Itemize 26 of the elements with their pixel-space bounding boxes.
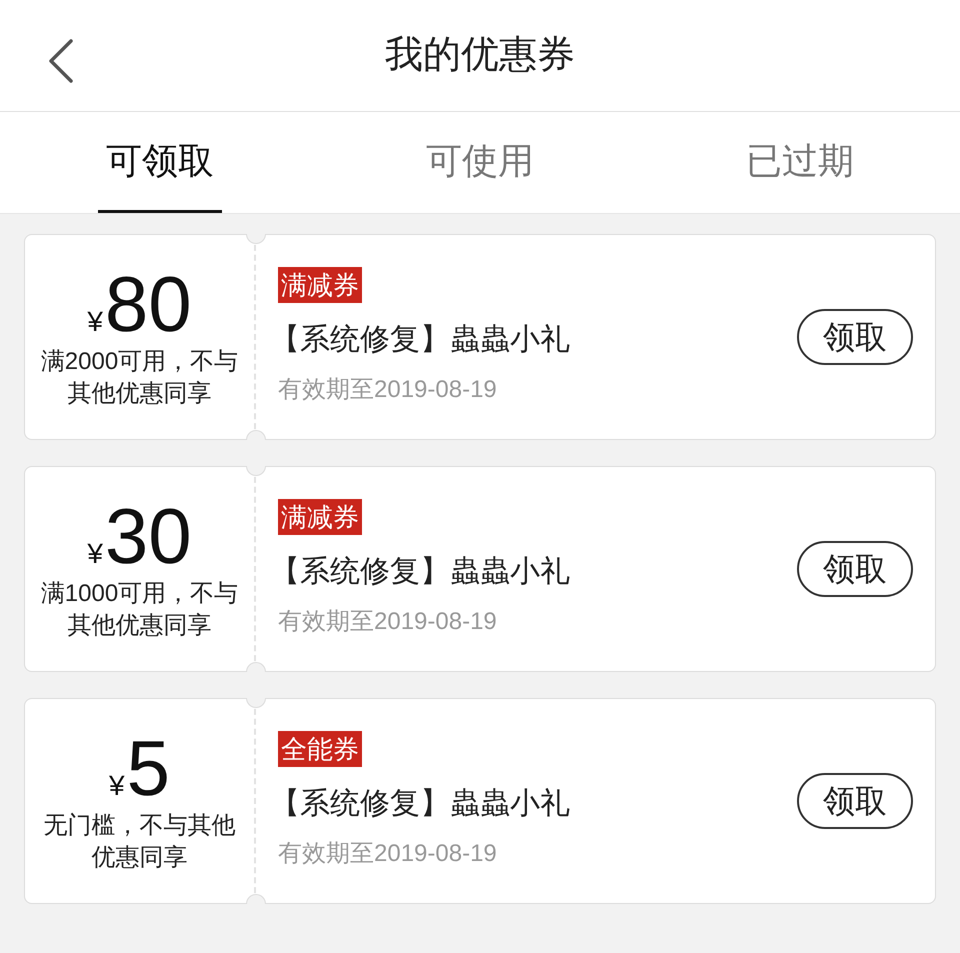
coupon-amount: 80	[104, 264, 192, 344]
claim-button[interactable]: 领取	[797, 309, 913, 365]
coupon-type-tag: 满减券	[278, 498, 362, 534]
currency-symbol: ¥	[87, 537, 103, 571]
coupon-type-tag: 满减券	[278, 266, 362, 302]
usage-condition: 满2000可用，不与其他优惠同享	[40, 347, 240, 409]
coupon-title: 【系统修复】蟲蟲小礼	[270, 322, 570, 358]
currency-symbol: ¥	[87, 305, 103, 339]
usage-condition: 满1000可用，不与其他优惠同享	[40, 579, 240, 641]
coupon-amount: 5	[126, 728, 170, 808]
usage-condition: 无门槛，不与其他优惠同享	[42, 811, 236, 873]
claim-button[interactable]: 领取	[797, 773, 913, 829]
page-title: 我的优惠券	[385, 33, 575, 78]
validity-date: 有效期至2019-08-19	[278, 606, 497, 636]
coupon-title: 【系统修复】蟲蟲小礼	[270, 786, 570, 822]
validity-date: 有效期至2019-08-19	[278, 374, 497, 404]
coupon-title: 【系统修复】蟲蟲小礼	[270, 554, 570, 590]
tab[interactable]: 已过期	[738, 112, 862, 213]
claim-button[interactable]: 领取	[797, 541, 913, 597]
validity-date: 有效期至2019-08-19	[278, 838, 497, 868]
currency-symbol: ¥	[109, 769, 125, 803]
back-icon[interactable]	[46, 38, 74, 84]
tab[interactable]: 可使用	[418, 112, 542, 213]
coupon-amount: 30	[104, 496, 192, 576]
coupon-type-tag: 全能券	[278, 730, 362, 766]
tab[interactable]: 可领取	[98, 112, 222, 213]
